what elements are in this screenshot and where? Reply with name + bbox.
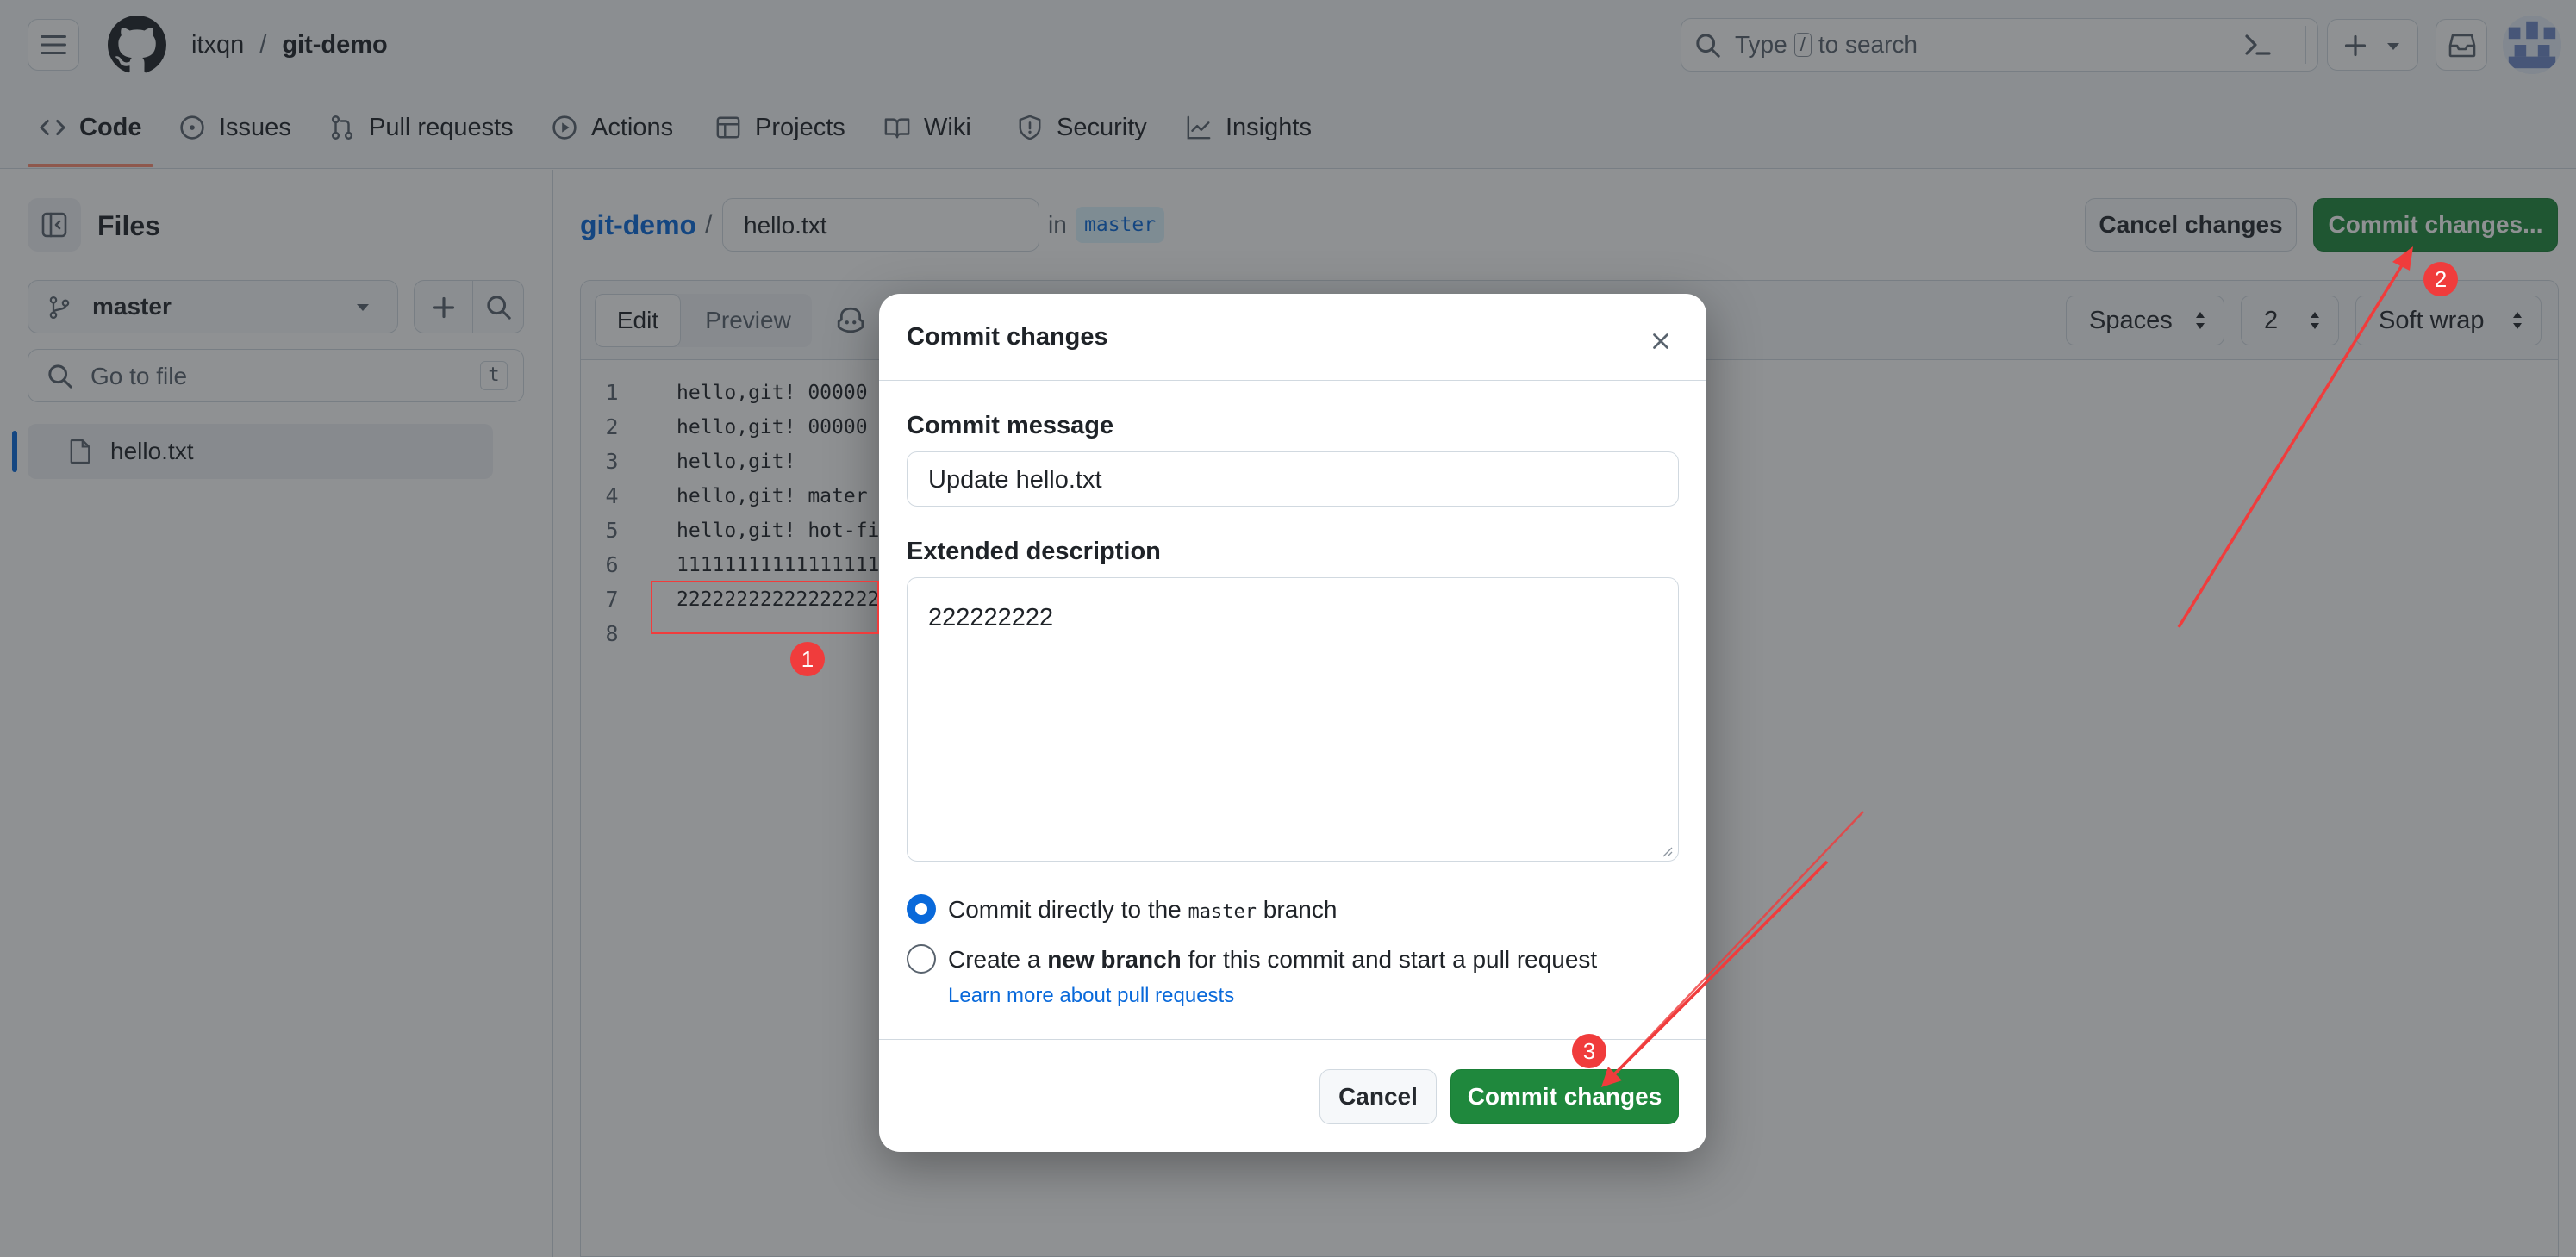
annotation-arrows [1601,246,2413,1087]
annotation-marker: 2 [2423,262,2458,296]
arrow-line-3b [1610,860,1829,1079]
annotation-marker: 3 [1572,1034,1606,1068]
arrowhead-2 [2392,246,2413,271]
arrow-line-2 [2177,258,2408,628]
annotation-marker: 1 [790,642,825,676]
